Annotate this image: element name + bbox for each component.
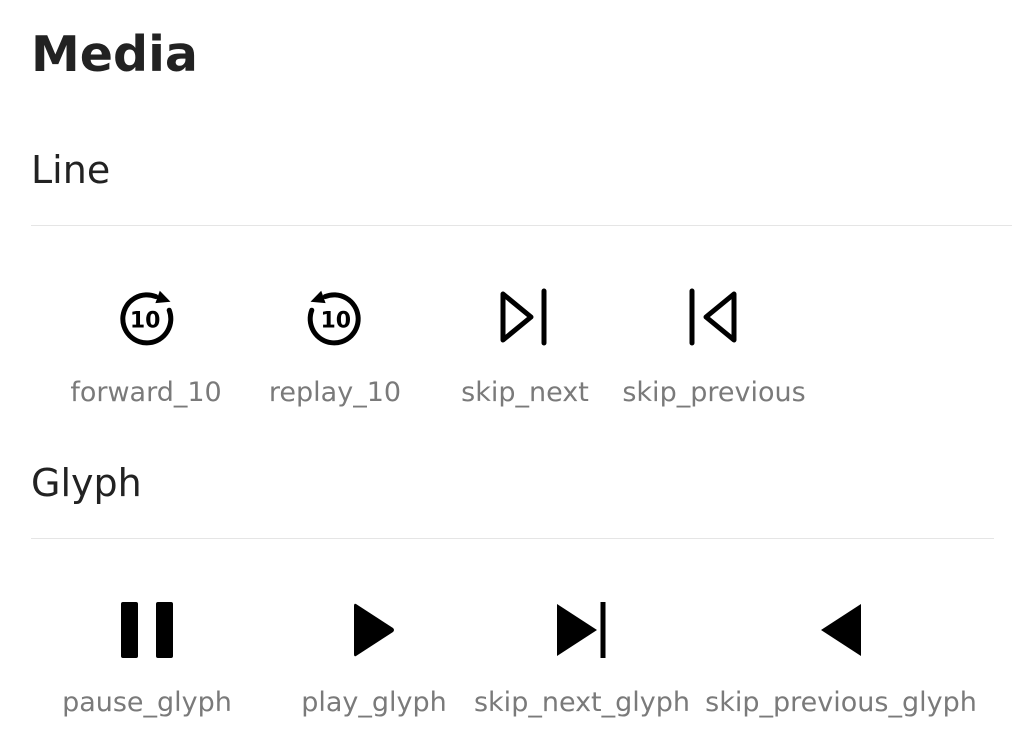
section-divider (31, 538, 994, 539)
skip-previous-glyph-icon (811, 600, 871, 660)
icon-label-skip-previous-glyph: skip_previous_glyph (705, 687, 977, 718)
skip-next-glyph-icon (552, 600, 612, 660)
page-title: Media (31, 26, 198, 83)
section-divider (31, 225, 1012, 226)
section-title-glyph: Glyph (31, 461, 142, 505)
media-icon-gallery: Media Line 10 forward_10 10 replay_10 sk… (0, 0, 1012, 751)
svg-text:10: 10 (320, 309, 351, 334)
skip-previous-icon (684, 287, 744, 347)
pause-glyph-icon (117, 600, 177, 660)
play-glyph-icon (344, 600, 404, 660)
icon-label-skip-previous: skip_previous (622, 377, 806, 408)
forward-10-icon: 10 (116, 288, 176, 348)
section-title-line: Line (31, 148, 111, 192)
replay-10-icon: 10 (305, 288, 365, 348)
skip-next-icon (495, 287, 555, 347)
svg-text:10: 10 (130, 309, 161, 334)
